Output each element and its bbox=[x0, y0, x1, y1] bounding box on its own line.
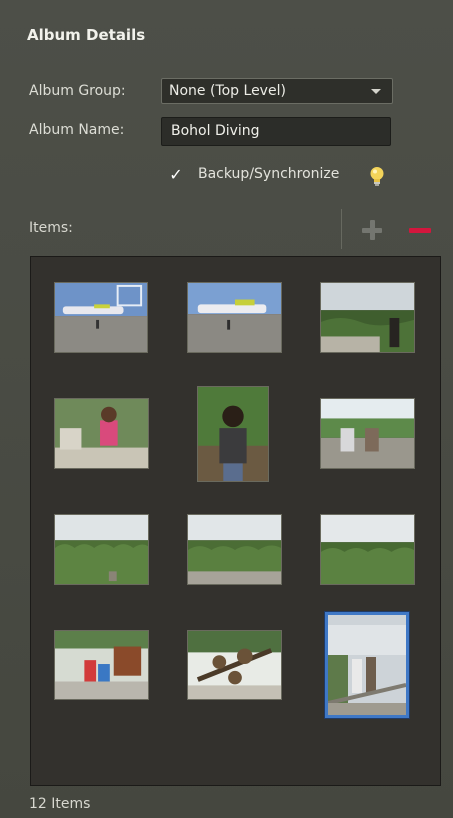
chevron-down-icon bbox=[371, 89, 381, 94]
photo-thumbnail[interactable] bbox=[320, 282, 415, 353]
photo-thumbnail[interactable] bbox=[197, 386, 269, 482]
item-count: 12 Items bbox=[29, 796, 91, 812]
items-label: Items: bbox=[29, 220, 73, 236]
photo-thumbnail[interactable] bbox=[187, 282, 282, 353]
plus-icon[interactable] bbox=[362, 220, 382, 240]
items-grid[interactable] bbox=[30, 256, 441, 786]
album-details-panel: Album Details Album Group: None (Top Lev… bbox=[0, 0, 453, 818]
photo-thumbnail[interactable] bbox=[54, 514, 149, 585]
photo-thumbnail[interactable] bbox=[187, 514, 282, 585]
toolbar-divider bbox=[341, 209, 342, 249]
photo-thumbnail[interactable] bbox=[54, 398, 149, 469]
minus-icon[interactable] bbox=[409, 228, 431, 233]
photo-thumbnail[interactable] bbox=[320, 398, 415, 469]
photo-thumbnail[interactable] bbox=[187, 630, 282, 700]
photo-thumbnail[interactable] bbox=[54, 282, 148, 353]
album-name-input[interactable]: Bohol Diving bbox=[161, 117, 391, 146]
photo-thumbnail[interactable] bbox=[54, 630, 149, 700]
album-group-value: None (Top Level) bbox=[169, 83, 286, 99]
album-group-label: Album Group: bbox=[29, 83, 126, 99]
backup-checkbox-label[interactable]: Backup/Synchronize bbox=[198, 166, 339, 182]
photo-thumbnail[interactable] bbox=[320, 514, 415, 585]
album-group-select[interactable]: None (Top Level) bbox=[161, 78, 393, 104]
backup-checkbox[interactable]: ✓ bbox=[167, 166, 185, 184]
album-name-label: Album Name: bbox=[29, 122, 125, 138]
photo-thumbnail-selected[interactable] bbox=[325, 612, 409, 718]
lightbulb-icon[interactable] bbox=[369, 166, 385, 188]
panel-title: Album Details bbox=[27, 26, 146, 44]
